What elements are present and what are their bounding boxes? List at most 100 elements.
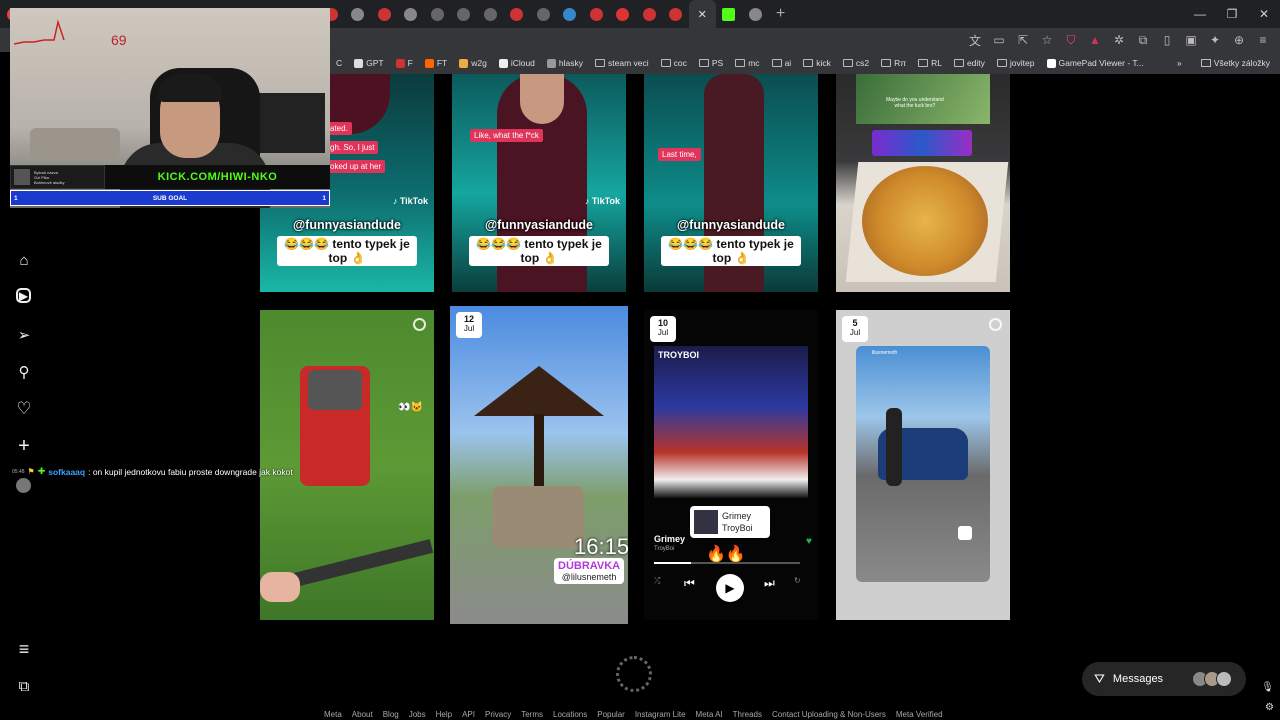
- bookmark-item[interactable]: w2g: [453, 58, 493, 68]
- rewards-icon[interactable]: ▲: [1086, 31, 1104, 49]
- browser-tab[interactable]: [504, 0, 531, 28]
- browser-tab[interactable]: [742, 0, 769, 28]
- footer-link[interactable]: Meta AI: [696, 710, 723, 719]
- extensions-icon[interactable]: ✲: [1110, 31, 1128, 49]
- post-thumbnail[interactable]: 10 Jul TROYBOI Grimey TroyBoi Grimey TroyB…: [644, 310, 818, 620]
- all-bookmarks-label[interactable]: Všetky záložky: [1214, 58, 1270, 68]
- footer-link[interactable]: Help: [436, 710, 452, 719]
- heart-icon[interactable]: ♡: [14, 399, 34, 419]
- stream-webcam-overlay: 69 Bylouš nazva Ozi Pika Bohimové aludky…: [10, 8, 330, 208]
- cast-icon[interactable]: ▭: [990, 31, 1008, 49]
- bookmark-item[interactable]: hlasky: [541, 58, 589, 68]
- tab-favicon-icon: [377, 7, 391, 21]
- footer-link[interactable]: Popular: [597, 710, 625, 719]
- bookmark-item[interactable]: iCloud: [493, 58, 541, 68]
- footer-link[interactable]: Blog: [383, 710, 399, 719]
- browser-tab[interactable]: [424, 0, 451, 28]
- footer-link[interactable]: Contact Uploading & Non-Users: [772, 710, 886, 719]
- browser-tab[interactable]: [451, 0, 478, 28]
- footer-link[interactable]: Jobs: [409, 710, 426, 719]
- bookmark-item[interactable]: RL: [912, 58, 948, 68]
- browser-tab[interactable]: [557, 0, 584, 28]
- kick-tab[interactable]: [716, 0, 743, 28]
- bookmark-star-icon[interactable]: ☆: [1038, 31, 1056, 49]
- vpn-icon[interactable]: ⊕: [1230, 31, 1248, 49]
- brave-shield-icon[interactable]: ⛉: [1062, 31, 1080, 49]
- leo-ai-icon[interactable]: ✦: [1206, 31, 1224, 49]
- messenger-icon[interactable]: ➢: [14, 325, 34, 345]
- music-thumbnail: [694, 510, 718, 534]
- wallet-icon[interactable]: ▣: [1182, 31, 1200, 49]
- footer-link[interactable]: Meta Verified: [896, 710, 943, 719]
- footer-link[interactable]: About: [352, 710, 373, 719]
- footer-links: Meta About Blog Jobs Help API Privacy Terms Loca…: [324, 710, 943, 719]
- maximize-icon[interactable]: ❐: [1216, 0, 1248, 28]
- browser-tab[interactable]: [345, 0, 372, 28]
- tiktok-watermark: ♪ TikTok: [584, 196, 620, 206]
- bookmark-item[interactable]: coc: [655, 58, 693, 68]
- chevron-more-icon[interactable]: »: [1177, 58, 1182, 68]
- bookmark-item[interactable]: FT: [419, 58, 453, 68]
- search-icon[interactable]: ⚲: [14, 362, 34, 382]
- messages-button[interactable]: ⛛ Messages: [1082, 662, 1246, 696]
- sidebar-toggle-icon[interactable]: ▯: [1158, 31, 1176, 49]
- post-thumbnail[interactable]: Like, what the f*ck ♪ TikTok @funnyasian…: [452, 74, 626, 292]
- photo-poster: lilusnemeth: [872, 350, 898, 356]
- reels-icon[interactable]: ▶: [16, 288, 31, 303]
- bookmark-item[interactable]: GamePad Viewer - T...: [1041, 58, 1150, 68]
- home-icon[interactable]: ⌂: [14, 250, 34, 270]
- bookmark-item[interactable]: C: [330, 58, 348, 68]
- browser-tab[interactable]: [530, 0, 557, 28]
- hamburger-menu-icon[interactable]: ≡: [14, 639, 34, 659]
- create-icon[interactable]: +: [14, 435, 34, 457]
- bookmark-item[interactable]: cs2: [837, 58, 875, 68]
- settings-icon[interactable]: ⚙: [1265, 702, 1274, 713]
- share-icon[interactable]: ⇱: [1014, 31, 1032, 49]
- new-tab-button[interactable]: +: [769, 5, 793, 23]
- post-thumbnail[interactable]: Last time, @funnyasiandude 😂😂😂 tento typ…: [644, 74, 818, 292]
- bookmark-item[interactable]: steam veci: [589, 58, 655, 68]
- bookmark-item[interactable]: ai: [766, 58, 798, 68]
- caption-label: Last time,: [658, 148, 701, 161]
- post-thumbnail[interactable]: 5 Jul lilusnemeth: [836, 310, 1010, 620]
- browser-tab[interactable]: [636, 0, 663, 28]
- footer-link[interactable]: Meta: [324, 710, 342, 719]
- bookmark-item[interactable]: edity: [948, 58, 991, 68]
- bookmark-item[interactable]: jovitep: [991, 58, 1041, 68]
- footer-link[interactable]: API: [462, 710, 475, 719]
- bookmark-item[interactable]: GPT: [348, 58, 389, 68]
- footer-link[interactable]: Terms: [521, 710, 543, 719]
- post-thumbnail[interactable]: 12 Jul 16:15 DÚBRAVKA @lilusnemeth: [450, 306, 628, 624]
- story-date-badge: 12 Jul: [456, 312, 482, 338]
- folder-icon: [660, 59, 671, 67]
- footer-link[interactable]: Threads: [733, 710, 762, 719]
- footer-link[interactable]: Privacy: [485, 710, 511, 719]
- post-thumbnail[interactable]: Maybe do you understand what the fuck br…: [836, 74, 1010, 292]
- minimize-icon[interactable]: —: [1184, 0, 1216, 28]
- browser-tab[interactable]: [610, 0, 637, 28]
- footer-link[interactable]: Locations: [553, 710, 587, 719]
- browser-tab[interactable]: [477, 0, 504, 28]
- threads-more-icon[interactable]: ⧉: [14, 676, 34, 696]
- browser-tab[interactable]: [371, 0, 398, 28]
- bookmark-item[interactable]: Rπ: [875, 58, 912, 68]
- close-tab-icon[interactable]: ✕: [689, 0, 716, 28]
- browser-tab[interactable]: [398, 0, 425, 28]
- bookmark-item[interactable]: PS: [693, 58, 729, 68]
- bookmarks-overflow[interactable]: » Všetky záložky: [1177, 58, 1280, 68]
- microphone-icon[interactable]: 🎙: [1261, 682, 1274, 693]
- menu-icon[interactable]: ≡: [1254, 31, 1272, 49]
- browser-tab[interactable]: [583, 0, 610, 28]
- browser-tab[interactable]: [663, 0, 690, 28]
- bookmark-label: GamePad Viewer - T...: [1058, 58, 1144, 68]
- post-thumbnail[interactable]: 👀🐱: [260, 310, 434, 620]
- screenshot-icon[interactable]: ⧉: [1134, 31, 1152, 49]
- close-window-icon[interactable]: ✕: [1248, 0, 1280, 28]
- bookmark-label: Rπ: [894, 58, 907, 68]
- footer-link[interactable]: Instagram Lite: [635, 710, 686, 719]
- bookmark-item[interactable]: F: [390, 58, 419, 68]
- bookmarks-bar: C GPT F FT w2g iCloud hlasky steam veci coc PS mc a…: [330, 52, 1280, 74]
- bookmark-item[interactable]: mc: [729, 58, 765, 68]
- translate-icon[interactable]: 文: [966, 31, 984, 49]
- bookmark-item[interactable]: kick: [797, 58, 837, 68]
